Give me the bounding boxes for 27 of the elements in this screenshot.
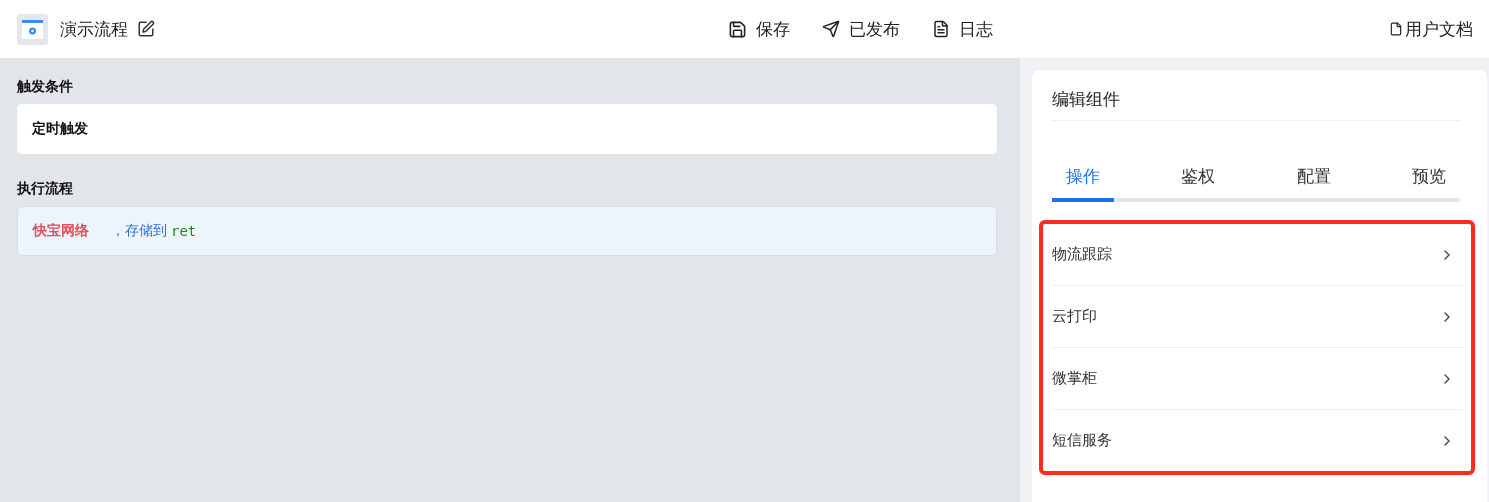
flow-step-card[interactable]: 快宝网络 ，存储到 ret <box>17 206 997 256</box>
component-item[interactable]: 物流跟踪 <box>1052 224 1463 285</box>
publish-button[interactable]: 已发布 <box>822 17 900 41</box>
panel-tab[interactable]: 预览 <box>1398 157 1460 202</box>
app-logo-icon <box>17 13 48 45</box>
store-label: ，存储到 <box>111 222 167 240</box>
component-item[interactable]: 微掌柜 <box>1052 347 1463 409</box>
variable-name: ret <box>171 223 197 239</box>
save-icon <box>728 19 747 39</box>
panel-title: 编辑组件 <box>1052 88 1460 121</box>
document-icon <box>932 20 950 38</box>
flow-title: 演示流程 <box>60 17 128 41</box>
panel-tab[interactable]: 操作 <box>1052 157 1114 202</box>
panel-tab[interactable]: 配置 <box>1282 157 1345 202</box>
section-heading: 触发条件 <box>17 78 74 96</box>
component-item[interactable]: 短信服务 <box>1052 409 1463 471</box>
section-heading: 执行流程 <box>17 180 74 198</box>
paper-plane-icon <box>822 20 840 38</box>
document-icon <box>1389 22 1403 36</box>
save-button[interactable]: 保存 <box>728 17 790 41</box>
panel-tab[interactable]: 鉴权 <box>1167 157 1230 202</box>
edit-icon[interactable] <box>137 20 155 38</box>
component-item[interactable]: 云打印 <box>1052 285 1463 347</box>
docs-link[interactable]: 用户文档 <box>1389 17 1473 41</box>
trigger-card[interactable]: 定时触发 <box>17 104 997 154</box>
service-name: 快宝网络 <box>33 222 89 240</box>
log-button[interactable]: 日志 <box>932 17 993 41</box>
